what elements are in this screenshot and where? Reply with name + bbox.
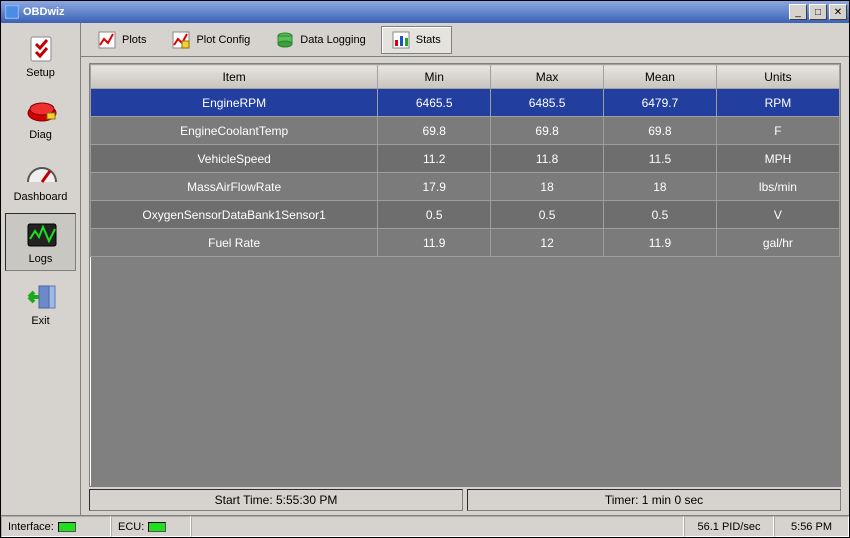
table-row[interactable]: VehicleSpeed 11.2 11.8 11.5 MPH: [91, 145, 840, 173]
window-title: OBDwiz: [23, 6, 65, 18]
minimize-button[interactable]: _: [789, 4, 807, 20]
plot-config-button[interactable]: Plot Config: [161, 26, 261, 54]
toolbar: Plots Plot Config Data Logging: [81, 23, 849, 57]
timer-label: Timer: 1 min 0 sec: [467, 489, 841, 511]
start-time-label: Start Time: 5:55:30 PM: [89, 489, 463, 511]
ecu-led-icon: [148, 522, 166, 532]
plots-button[interactable]: Plots: [87, 26, 157, 54]
table-row[interactable]: Fuel Rate 11.9 12 11.9 gal/hr: [91, 229, 840, 257]
toolbar-btn-label: Plots: [122, 34, 146, 46]
status-pid-sec: 56.1 PID/sec: [684, 516, 774, 537]
sidebar-item-label: Logs: [29, 253, 53, 265]
sidebar-item-exit[interactable]: Exit: [5, 275, 76, 333]
body: Setup Diag Dashboard Logs: [1, 23, 849, 515]
sidebar-item-dashboard[interactable]: Dashboard: [5, 151, 76, 209]
titlebar: OBDwiz _ □ ✕: [1, 1, 849, 23]
sidebar: Setup Diag Dashboard Logs: [1, 23, 81, 515]
data-logging-icon: [276, 31, 294, 49]
sidebar-item-label: Exit: [31, 315, 49, 327]
interface-led-icon: [58, 522, 76, 532]
table-row[interactable]: OxygenSensorDataBank1Sensor1 0.5 0.5 0.5…: [91, 201, 840, 229]
plots-icon: [98, 31, 116, 49]
toolbar-btn-label: Stats: [416, 34, 441, 46]
content: Plots Plot Config Data Logging: [81, 23, 849, 515]
sidebar-item-setup[interactable]: Setup: [5, 27, 76, 85]
exit-icon: [25, 281, 57, 313]
status-clock: 5:56 PM: [774, 516, 849, 537]
status-ecu: ECU:: [111, 516, 191, 537]
sidebar-item-label: Dashboard: [14, 191, 68, 203]
plot-config-icon: [172, 31, 190, 49]
sidebar-item-label: Diag: [29, 129, 52, 141]
col-item[interactable]: Item: [91, 65, 378, 89]
footer-row: Start Time: 5:55:30 PM Timer: 1 min 0 se…: [89, 489, 841, 511]
table-header-row: Item Min Max Mean Units: [91, 65, 840, 89]
stats-icon: [392, 31, 410, 49]
col-max[interactable]: Max: [491, 65, 604, 89]
logs-icon: [25, 219, 57, 251]
col-min[interactable]: Min: [378, 65, 491, 89]
status-interface: Interface:: [1, 516, 111, 537]
table-row[interactable]: MassAirFlowRate 17.9 18 18 lbs/min: [91, 173, 840, 201]
app-window: OBDwiz _ □ ✕ Setup Diag D: [0, 0, 850, 538]
close-button[interactable]: ✕: [829, 4, 847, 20]
sidebar-item-label: Setup: [26, 67, 55, 79]
data-logging-button[interactable]: Data Logging: [265, 26, 376, 54]
setup-icon: [25, 33, 57, 65]
maximize-button[interactable]: □: [809, 4, 827, 20]
statusbar: Interface: ECU: 56.1 PID/sec 5:56 PM: [1, 515, 849, 537]
dashboard-icon: [25, 157, 57, 189]
col-mean[interactable]: Mean: [604, 65, 717, 89]
col-units[interactable]: Units: [716, 65, 839, 89]
sidebar-item-logs[interactable]: Logs: [5, 213, 76, 271]
stats-table: Item Min Max Mean Units EngineRPM 6465.5: [90, 64, 840, 257]
status-spacer: [191, 516, 684, 537]
sidebar-item-diag[interactable]: Diag: [5, 89, 76, 147]
stats-table-frame: Item Min Max Mean Units EngineRPM 6465.5: [89, 63, 841, 487]
diag-icon: [25, 95, 57, 127]
stats-button[interactable]: Stats: [381, 26, 452, 54]
table-row[interactable]: EngineCoolantTemp 69.8 69.8 69.8 F: [91, 117, 840, 145]
app-icon: [5, 5, 19, 19]
toolbar-btn-label: Plot Config: [196, 34, 250, 46]
toolbar-btn-label: Data Logging: [300, 34, 365, 46]
table-row[interactable]: EngineRPM 6465.5 6485.5 6479.7 RPM: [91, 89, 840, 117]
main-panel: Item Min Max Mean Units EngineRPM 6465.5: [81, 57, 849, 515]
